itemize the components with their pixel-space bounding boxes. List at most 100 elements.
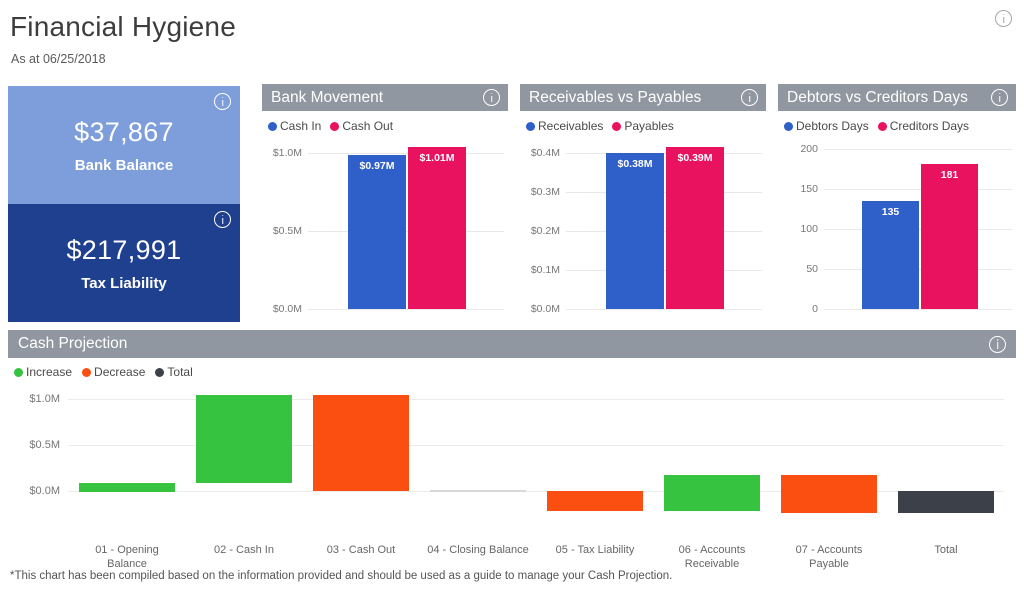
bar-group: $0.97M $1.01M xyxy=(308,139,504,317)
bar-payables[interactable]: $0.39M xyxy=(666,147,724,309)
bar-receivables[interactable]: $0.38M xyxy=(606,153,664,309)
y-tick: $0.5M xyxy=(29,439,60,451)
bar-value-label: 181 xyxy=(940,169,959,181)
page-info-button[interactable] xyxy=(995,10,1012,28)
legend-label: Receivables xyxy=(538,119,604,133)
legend-label: Debtors Days xyxy=(796,119,869,133)
plot-receivables-vs-payables: $0.4M $0.3M $0.2M $0.1M $0.0M $0.38M $0.… xyxy=(520,139,766,317)
waterfall-bar-closing-balance[interactable] xyxy=(430,490,526,492)
card-title: Receivables vs Payables xyxy=(529,88,702,106)
legend-dot-icon xyxy=(784,121,793,131)
waterfall-bar-cash-out[interactable] xyxy=(313,395,409,491)
y-tick: 0 xyxy=(812,303,818,315)
x-label-accounts-receivable: 06 - Accounts Receivable xyxy=(653,543,771,571)
y-tick: $1.0M xyxy=(29,393,60,405)
legend-label: Cash Out xyxy=(342,119,394,133)
footnote: *This chart has been compiled based on t… xyxy=(10,570,673,582)
plot-cash-projection: $1.0M $0.5M $0.0M 01 - Opening Balance 0… xyxy=(8,385,1016,570)
bank-balance-info-button[interactable] xyxy=(214,93,231,111)
legend-bank-movement: Cash In Cash Out xyxy=(262,111,508,133)
bar-creditors-days[interactable]: 181 xyxy=(921,164,978,309)
kpi-card-stack: $37,867 Bank Balance $217,991 Tax Liabil… xyxy=(8,86,240,322)
x-label-opening-balance: 01 - Opening Balance xyxy=(68,543,186,571)
kpi-card-bank-balance[interactable]: $37,867 Bank Balance xyxy=(8,86,240,204)
legend-item-cash-out[interactable]: Cash Out xyxy=(330,119,393,133)
bar-value-label: $0.38M xyxy=(617,158,653,170)
x-label-accounts-payable: 07 - Accounts Payable xyxy=(770,543,888,571)
legend-label: Increase xyxy=(26,365,73,379)
card-receivables-vs-payables: Receivables vs Payables Receivables Paya… xyxy=(520,84,766,322)
legend-dot-icon xyxy=(877,121,887,131)
card-header-receivables-vs-payables: Receivables vs Payables xyxy=(520,84,766,111)
waterfall-bar-tax-liability[interactable] xyxy=(547,491,643,511)
legend-item-cash-in[interactable]: Cash In xyxy=(268,119,321,133)
legend-label: Creditors Days xyxy=(889,119,970,133)
panel-cash-projection: Cash Projection Increase Decrease Total … xyxy=(8,330,1016,570)
legend-item-receivables[interactable]: Receivables xyxy=(526,119,603,133)
legend-item-payables[interactable]: Payables xyxy=(612,119,674,133)
info-icon[interactable] xyxy=(741,89,758,106)
legend-dot-icon xyxy=(330,121,340,131)
legend-dot-icon xyxy=(526,121,535,131)
x-label-line: 01 - Opening xyxy=(95,544,159,556)
legend-dot-icon xyxy=(612,121,622,131)
x-label-cash-in: 02 - Cash In xyxy=(214,544,274,556)
info-icon xyxy=(214,93,231,111)
legend-item-creditors-days[interactable]: Creditors Days xyxy=(877,119,970,133)
bar-value-label: $0.97M xyxy=(359,160,395,172)
waterfall-bar-cash-in[interactable] xyxy=(196,395,292,483)
y-tick: $0.2M xyxy=(530,225,560,237)
plot-debtors-vs-creditors-days: 200 150 100 50 0 135 181 xyxy=(778,139,1016,317)
grid-area: $0.38M $0.39M xyxy=(566,139,762,317)
legend-dot-icon xyxy=(82,367,92,377)
legend-label: Cash In xyxy=(280,119,322,133)
y-axis: $1.0M $0.5M $0.0M xyxy=(262,139,308,317)
y-tick: $0.0M xyxy=(530,303,560,315)
card-bank-movement: Bank Movement Cash In Cash Out $1.0M $0.… xyxy=(262,84,508,322)
info-icon[interactable] xyxy=(989,335,1006,353)
x-label-total: Total xyxy=(934,544,958,556)
legend-debtors-vs-creditors-days: Debtors Days Creditors Days xyxy=(778,111,1016,133)
bar-group: $0.38M $0.39M xyxy=(566,139,762,317)
y-tick: 50 xyxy=(806,263,818,275)
panel-title: Cash Projection xyxy=(18,335,128,352)
tax-liability-info-button[interactable] xyxy=(214,211,231,229)
bar-cash-in[interactable]: $0.97M xyxy=(348,155,406,309)
card-debtors-vs-creditors-days: Debtors vs Creditors Days Debtors Days C… xyxy=(778,84,1016,322)
kpi-card-tax-liability[interactable]: $217,991 Tax Liability xyxy=(8,204,240,322)
bar-debtors-days[interactable]: 135 xyxy=(862,201,919,309)
bar-cash-out[interactable]: $1.01M xyxy=(408,147,466,309)
x-label-tax-liability: 05 - Tax Liability xyxy=(555,544,635,556)
legend-item-decrease[interactable]: Decrease xyxy=(82,365,145,379)
x-label-line: 06 - Accounts xyxy=(678,544,746,556)
y-tick: $0.3M xyxy=(530,186,560,198)
legend-item-increase[interactable]: Increase xyxy=(14,365,72,379)
dashboard-page: Financial Hygiene As at 06/25/2018 $37,8… xyxy=(0,0,1024,590)
bar-value-label: $0.39M xyxy=(677,152,713,164)
x-label-line: 07 - Accounts xyxy=(795,544,863,556)
waterfall-bar-accounts-payable[interactable] xyxy=(781,475,877,513)
tax-liability-label: Tax Liability xyxy=(81,275,167,292)
y-axis: 200 150 100 50 0 xyxy=(778,139,824,317)
y-tick: $0.1M xyxy=(530,264,560,276)
legend-label: Payables xyxy=(624,119,674,133)
card-header-bank-movement: Bank Movement xyxy=(262,84,508,111)
bar-value-label: 135 xyxy=(881,206,900,218)
legend-dot-icon xyxy=(14,367,23,377)
info-icon[interactable] xyxy=(483,89,500,106)
waterfall-bar-accounts-receivable[interactable] xyxy=(664,475,760,511)
x-label-line: Payable xyxy=(809,558,849,570)
bar-value-label: $1.01M xyxy=(419,152,455,164)
bank-balance-label: Bank Balance xyxy=(74,157,174,174)
page-subtitle-date: As at 06/25/2018 xyxy=(11,52,106,66)
y-tick: $1.0M xyxy=(272,147,302,159)
info-icon[interactable] xyxy=(991,89,1008,106)
waterfall-bar-total[interactable] xyxy=(898,491,994,513)
legend-item-total[interactable]: Total xyxy=(155,365,193,379)
legend-item-debtors-days[interactable]: Debtors Days xyxy=(784,119,869,133)
y-tick: $0.0M xyxy=(272,303,302,315)
x-label-line: Balance xyxy=(107,558,147,570)
waterfall-bar-opening-balance[interactable] xyxy=(79,483,175,492)
tax-liability-value: $217,991 xyxy=(66,235,182,265)
y-axis: $1.0M $0.5M $0.0M xyxy=(8,385,68,537)
